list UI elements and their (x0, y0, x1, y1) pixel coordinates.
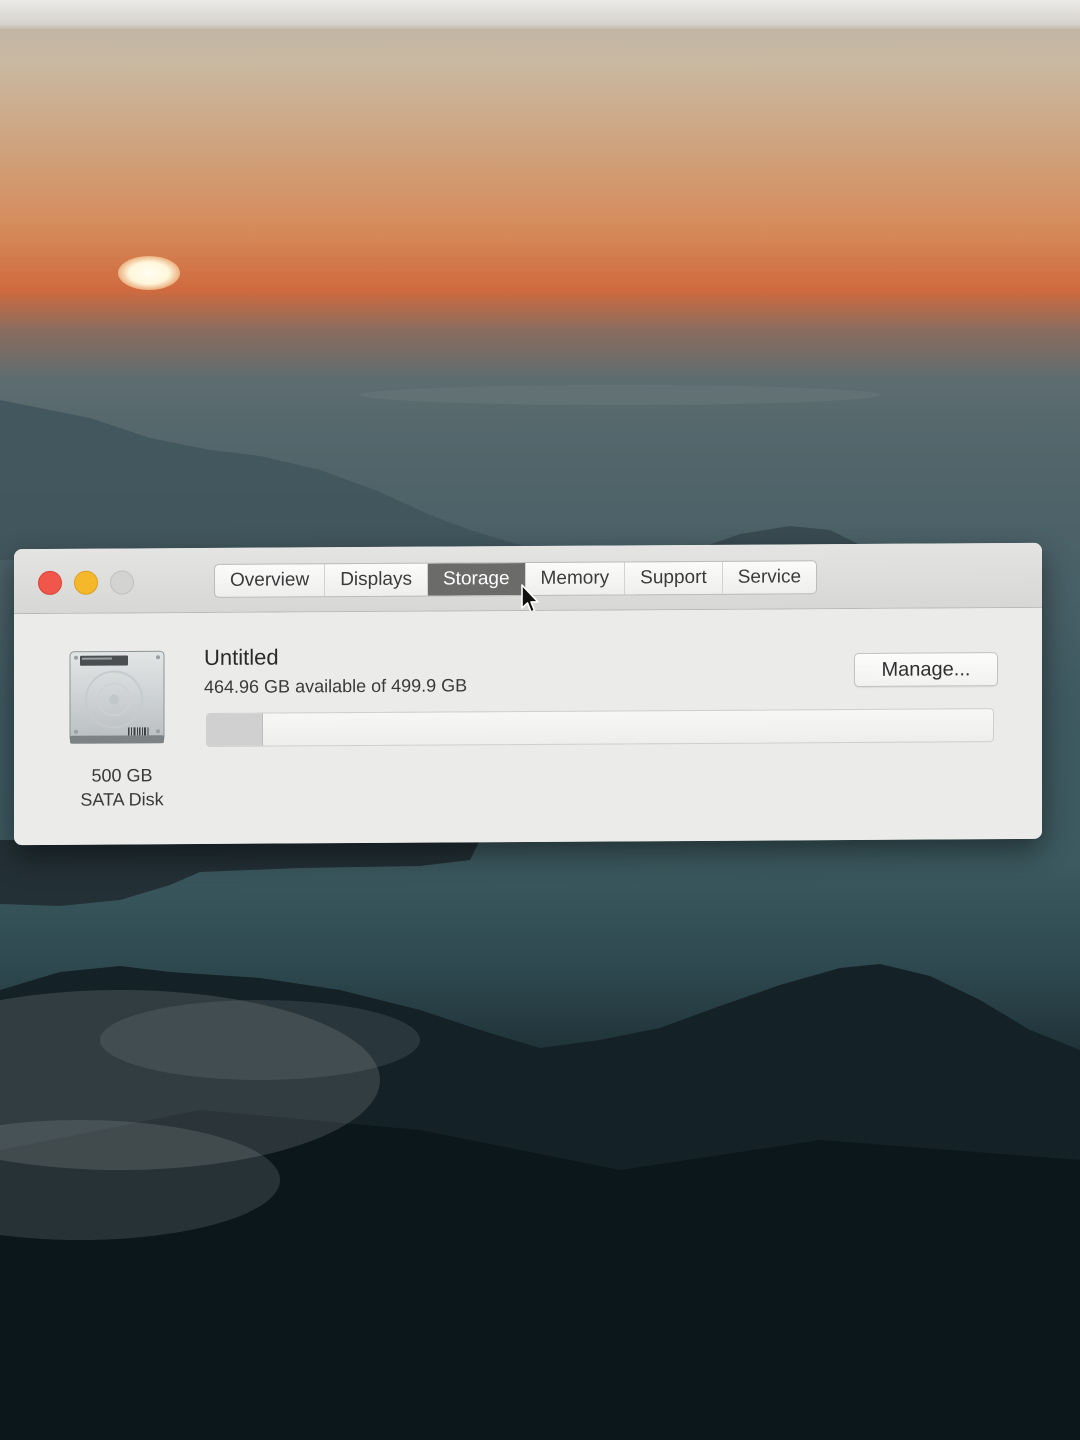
title-bar: Overview Displays Storage Memory Support… (14, 542, 1042, 615)
desktop: Overview Displays Storage Memory Support… (0, 0, 1080, 1440)
disk-caption: 500 GB SATA Disk (54, 763, 190, 812)
disk-type: SATA Disk (80, 789, 164, 810)
volume-name: Untitled (204, 644, 279, 670)
tab-service[interactable]: Service (723, 561, 816, 594)
tab-memory[interactable]: Memory (525, 562, 626, 596)
volume-usage-text: 464.96 GB available of 499.9 GB (204, 675, 468, 697)
zoom-button[interactable] (110, 570, 134, 595)
tab-support[interactable]: Support (625, 561, 723, 595)
storage-panel: 500 GB SATA Disk Untitled 464.96 GB avai… (14, 607, 1042, 846)
minimize-button[interactable] (74, 570, 98, 595)
tab-bar: Overview Displays Storage Memory Support… (214, 560, 818, 598)
about-this-mac-window: Overview Displays Storage Memory Support… (14, 542, 1042, 846)
close-button[interactable] (38, 570, 62, 595)
tab-overview[interactable]: Overview (215, 564, 326, 597)
storage-usage-bar (206, 708, 994, 747)
hard-disk-icon (69, 650, 165, 744)
mouse-pointer-icon (521, 584, 539, 613)
tab-storage[interactable]: Storage (428, 563, 526, 596)
manage-button[interactable]: Manage... (854, 652, 998, 688)
tab-displays[interactable]: Displays (325, 563, 428, 597)
disk-capacity: 500 GB (91, 765, 153, 786)
storage-used-segment (207, 713, 264, 746)
